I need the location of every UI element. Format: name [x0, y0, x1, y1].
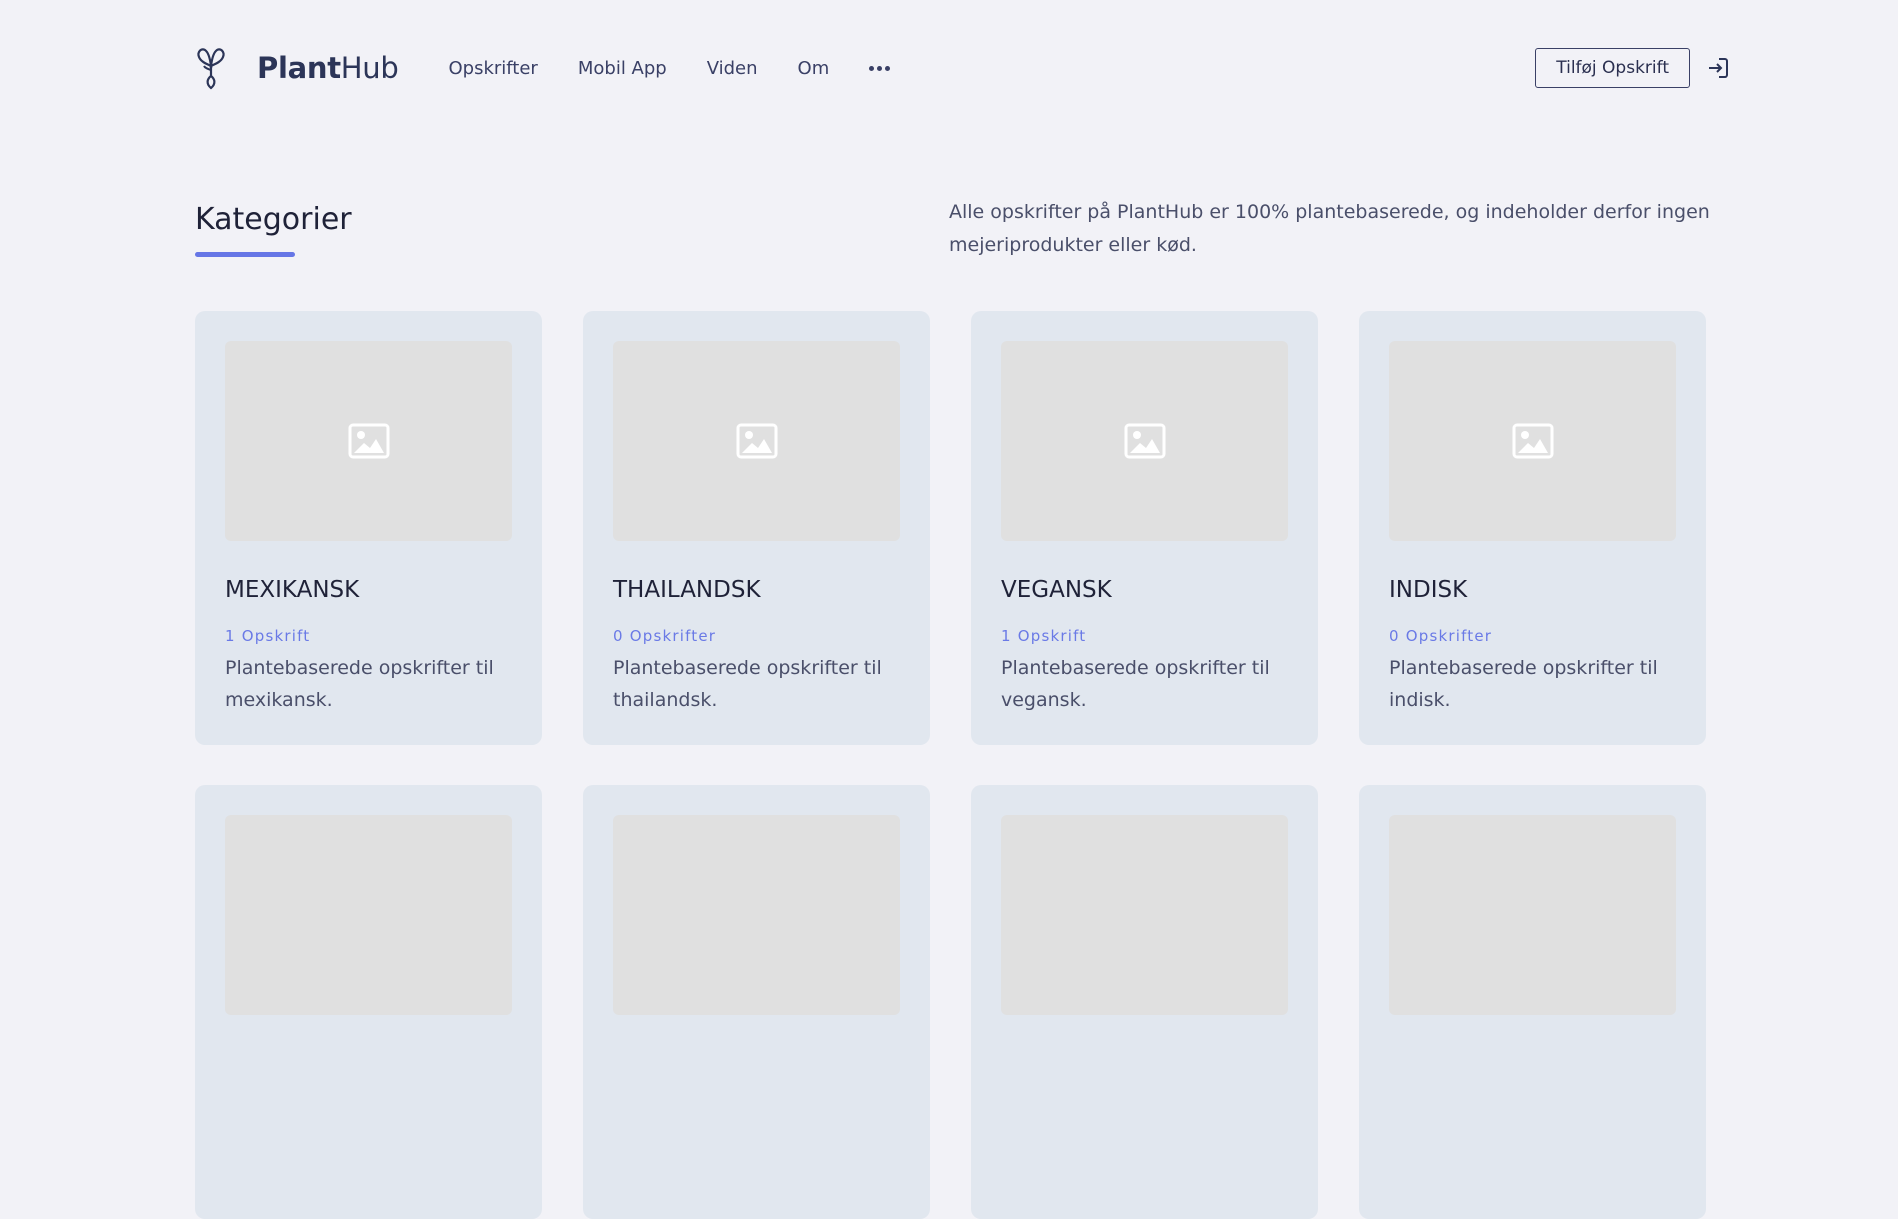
- image-icon: [1512, 423, 1553, 459]
- category-card[interactable]: VEGANSK 1 Opskrift Plantebaserede opskri…: [971, 311, 1318, 745]
- category-card[interactable]: [195, 785, 542, 1219]
- category-name: INDISK: [1389, 577, 1468, 603]
- image-placeholder: [613, 815, 900, 1015]
- brand-name: PlantHub: [257, 51, 399, 85]
- category-name: VEGANSK: [1001, 577, 1112, 603]
- image-placeholder: [1001, 341, 1288, 541]
- category-description: Plantebaserede opskrifter til vegansk.: [1001, 657, 1270, 711]
- category-card[interactable]: INDISK 0 Opskrifter Plantebaserede opskr…: [1359, 311, 1706, 745]
- recipe-count: 0 Opskrifter: [613, 627, 717, 645]
- image-placeholder: [1001, 815, 1288, 1015]
- page-intro: Alle opskrifter på PlantHub er 100% plan…: [949, 201, 1710, 256]
- image-placeholder: [613, 341, 900, 541]
- image-icon: [736, 423, 777, 459]
- add-recipe-button[interactable]: Tilføj Opskrift: [1535, 48, 1690, 88]
- image-icon: [348, 423, 389, 459]
- recipe-count: 1 Opskrift: [1001, 627, 1087, 645]
- nav-opskrifter[interactable]: Opskrifter: [448, 58, 537, 79]
- title-underline: [195, 252, 295, 257]
- page-title: Kategorier: [195, 202, 352, 237]
- header-actions: Tilføj Opskrift: [1535, 48, 1730, 88]
- login-icon[interactable]: [1706, 56, 1730, 80]
- category-grid: MEXIKANSK 1 Opskrift Plantebaserede opsk…: [195, 311, 1706, 1219]
- plant-logo-icon: [197, 48, 225, 90]
- recipe-count: 0 Opskrifter: [1389, 627, 1493, 645]
- category-description: Plantebaserede opskrifter til indisk.: [1389, 657, 1658, 711]
- nav-viden[interactable]: Viden: [707, 58, 758, 79]
- category-name: THAILANDSK: [613, 577, 761, 603]
- category-card[interactable]: MEXIKANSK 1 Opskrift Plantebaserede opsk…: [195, 311, 542, 745]
- category-card[interactable]: [971, 785, 1318, 1219]
- category-card[interactable]: [583, 785, 930, 1219]
- image-icon: [1124, 423, 1165, 459]
- category-description: Plantebaserede opskrifter til mexikansk.: [225, 657, 494, 711]
- category-card[interactable]: [1359, 785, 1706, 1219]
- nav-mobil-app[interactable]: Mobil App: [578, 58, 667, 79]
- ellipsis-icon[interactable]: [869, 62, 891, 75]
- image-placeholder: [1389, 815, 1676, 1015]
- category-name: MEXIKANSK: [225, 577, 360, 603]
- image-placeholder: [225, 341, 512, 541]
- main-nav: Opskrifter Mobil App Viden Om: [448, 58, 891, 79]
- category-description: Plantebaserede opskrifter til thailandsk…: [613, 657, 882, 711]
- category-card[interactable]: THAILANDSK 0 Opskrifter Plantebaserede o…: [583, 311, 930, 745]
- recipe-count: 1 Opskrift: [225, 627, 311, 645]
- image-placeholder: [225, 815, 512, 1015]
- nav-om[interactable]: Om: [798, 58, 830, 79]
- site-header: PlantHub Opskrifter Mobil App Viden Om T…: [195, 44, 1730, 92]
- image-placeholder: [1389, 341, 1676, 541]
- logo-link[interactable]: PlantHub: [195, 46, 399, 90]
